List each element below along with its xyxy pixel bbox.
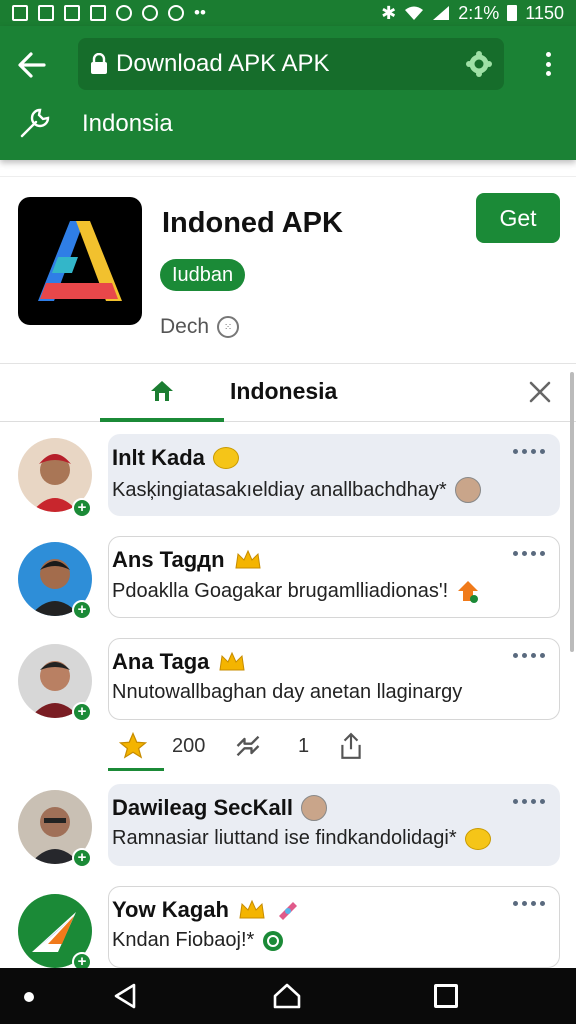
wrench-icon[interactable]: [18, 106, 52, 140]
region-label[interactable]: Indonsia: [82, 110, 173, 138]
comment-bubble: Yow Kagah Kndan Fiobaoj!*: [108, 886, 560, 968]
star-icon: [118, 731, 148, 759]
post-text: Pdoaklla Goagakar brugamlliadionas'!: [112, 579, 449, 602]
page-title: Download APK APK: [116, 50, 330, 77]
repost-button[interactable]: [234, 726, 262, 766]
more-options-button[interactable]: [513, 799, 545, 804]
more-options-button[interactable]: [513, 653, 545, 658]
app-name: Indoned APK: [162, 207, 343, 239]
post-text: Kndan Fiobaoj!*: [112, 929, 255, 951]
overflow-menu-button[interactable]: [538, 48, 558, 80]
favorite-count: 200: [172, 734, 206, 757]
crown-emoji-icon: [219, 651, 245, 671]
follow-plus-icon[interactable]: +: [72, 600, 92, 620]
home-icon: [151, 381, 173, 401]
tab-indonesia[interactable]: Indonesia: [230, 378, 337, 405]
comment-bubble: Ana Taga Nnutowallbaghan day anetan llag…: [108, 638, 560, 720]
more-options-button[interactable]: [513, 901, 545, 906]
youtube-notification-icon: [38, 5, 54, 21]
nav-recents-button[interactable]: [434, 984, 458, 1008]
more-options-button[interactable]: [513, 551, 545, 556]
smile-emoji-icon: [212, 447, 239, 469]
post-author: Ans Tagдn: [112, 547, 225, 572]
share-icon: [341, 732, 361, 759]
battery-percent: 2:1%: [458, 2, 500, 23]
close-button[interactable]: [526, 378, 554, 406]
comment-bubble: Ans Tagдn Pdoaklla Goagakar brugamlliadi…: [108, 536, 560, 618]
tab-bar: Indonesia: [0, 364, 576, 422]
active-underline: [108, 768, 164, 771]
bluetooth-icon: ✱: [381, 2, 397, 23]
post-text: Kasķingiatasakıeldiay anallbachdhay*: [112, 478, 447, 501]
music-notification-icon: [168, 5, 184, 21]
home-outline-icon: [273, 983, 301, 1009]
repost-count: 1: [298, 734, 310, 757]
get-button[interactable]: Get: [476, 193, 560, 243]
more-notifications-icon: ••: [194, 3, 206, 22]
nav-back-button[interactable]: [112, 982, 138, 1015]
bandage-icon: [278, 902, 297, 920]
developer-name: Dech: [160, 315, 210, 338]
wifi-icon: [405, 6, 424, 20]
news-notification-icon: [90, 5, 106, 21]
back-button[interactable]: [14, 48, 54, 82]
post-author: Yow Kagah: [112, 897, 229, 922]
assistant-dot-icon[interactable]: [24, 992, 34, 1002]
app-logo: [18, 197, 142, 325]
app-category-badge[interactable]: Iudban: [160, 259, 246, 291]
signal-icon: [433, 6, 450, 20]
share-button[interactable]: [338, 726, 364, 766]
url-bar[interactable]: Download APK APK: [78, 38, 504, 90]
mini-avatar-icon: [454, 477, 481, 503]
repost-icon: [236, 735, 260, 757]
browser-toolbar: Download APK APK Indonsia: [0, 26, 576, 160]
nav-home-button[interactable]: [272, 982, 302, 1015]
favorite-button[interactable]: [118, 726, 148, 766]
status-bar: •• ✱ 2:1% 1150: [0, 0, 576, 26]
mini-avatar-icon: [300, 795, 327, 821]
tab-home[interactable]: [100, 364, 224, 422]
home-up-icon: [458, 581, 479, 603]
post-author: Ana Taga: [112, 649, 210, 674]
green-emoji-icon: [263, 930, 284, 951]
close-icon: [529, 381, 551, 403]
follow-plus-icon[interactable]: +: [72, 952, 92, 968]
browser-notification-icon: [116, 5, 132, 21]
arrow-left-icon: [18, 52, 46, 78]
follow-plus-icon[interactable]: +: [72, 702, 92, 722]
grin-emoji-icon: [464, 827, 491, 850]
navigation-bar: [0, 968, 576, 1024]
mail-notification-icon: [64, 5, 80, 21]
comment-feed: + Inlt Kada Kasķingiatasakıeldiay anallb…: [0, 422, 576, 968]
settings-gear-icon[interactable]: [466, 51, 492, 77]
comment-bubble: Inlt Kada Kasķingiatasakıeldiay anallbac…: [108, 434, 560, 516]
more-options-button[interactable]: [513, 449, 545, 454]
post-author: Inlt Kada: [112, 445, 205, 470]
post-author: Dawileag SecKall: [112, 795, 293, 820]
info-icon: ⁙: [217, 316, 240, 338]
post-text: Nnutowallbaghan day anetan llaginargy: [112, 681, 463, 703]
post-text: Ramnasiar liuttand ise findkandolidagi*: [112, 827, 457, 849]
gallery-notification-icon: [12, 5, 28, 21]
battery-icon: [507, 5, 518, 21]
crown-emoji-icon: [234, 549, 261, 569]
lock-icon: [90, 53, 108, 75]
follow-plus-icon[interactable]: +: [72, 498, 92, 518]
follow-plus-icon[interactable]: +: [72, 848, 92, 868]
clock: 1150: [525, 2, 564, 23]
back-triangle-icon: [114, 983, 136, 1009]
crown-emoji-icon: [239, 899, 265, 919]
app-developer[interactable]: Dech ⁙: [160, 315, 240, 339]
app-header: Indoned APK Iudban Dech ⁙ Get: [0, 176, 576, 364]
comment-bubble: Dawileag SecKall Ramnasiar liuttand ise …: [108, 784, 560, 866]
post-actions: 200 1: [108, 726, 568, 772]
sync-notification-icon: [142, 5, 158, 21]
